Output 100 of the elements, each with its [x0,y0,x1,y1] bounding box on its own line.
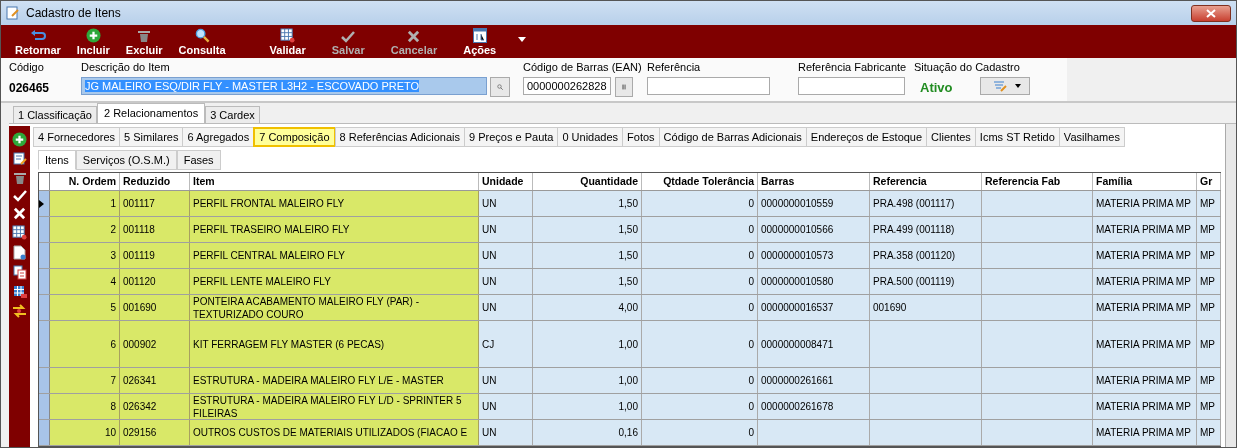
table-cell: 0000000010566 [758,217,870,242]
tab[interactable]: 8 Referências Adicionais [334,127,466,147]
toolbar-button[interactable]: Retornar [7,29,69,56]
table-cell: PRA.499 (001118) [870,217,982,242]
toolbar-button[interactable]: Excluir [117,29,171,56]
table-cell: UN [479,368,533,393]
table-cell: MP [1197,269,1221,294]
side-tool[interactable] [12,225,27,240]
form-icon [6,6,20,20]
toolbar-button[interactable]: Ações [455,28,505,56]
tab[interactable]: 7 Composição [253,127,336,147]
table-row[interactable]: 3 001119 PERFIL CENTRAL MALEIRO FLY UN 1,50 0 0000000010573 PRA.358 (001120) MATERIA PRIMA MP MP [39,243,1221,269]
table-row[interactable]: 1 001117 PERFIL FRONTAL MALEIRO FLY UN 1,50 0 0000000010559 PRA.498 (001117) MATERIA PRIMA MP MP [39,191,1221,217]
column-header[interactable]: Qtdade Tolerância [642,173,758,190]
table-cell: 0 [642,191,758,216]
tab[interactable]: Itens [38,150,76,170]
tab[interactable]: 0 Unidades [557,127,624,147]
column-header[interactable]: Referencia [870,173,982,190]
table-cell: 0 [642,321,758,367]
side-tool[interactable] [12,132,27,147]
table-cell: PERFIL LENTE MALEIRO FLY [190,269,479,294]
tab[interactable]: Vasilhames [1058,127,1125,147]
table-row[interactable]: 7 026341 ESTRUTURA - MADEIRA MALEIRO FLY L/E - MASTER UN 1,00 0 0000000261661 MATERIA PRIMA MP MP [39,368,1221,394]
column-header[interactable]: Quantidade [533,173,642,190]
grid-icon [12,225,27,240]
column-header[interactable]: Gr [1197,173,1221,190]
caret-icon[interactable] [518,37,527,42]
search-button[interactable] [490,77,510,97]
table-cell: 029156 [120,420,190,445]
column-header[interactable]: Reduzido [120,173,190,190]
table-cell: 2 [50,217,120,242]
tab[interactable]: Fases [176,150,221,170]
barcode-button[interactable] [615,77,633,97]
table-cell: PRA.500 (001119) [870,269,982,294]
column-header[interactable]: N. Ordem [50,173,120,190]
status-dropdown[interactable] [980,77,1030,95]
toolbar-button[interactable]: Incluir [68,28,118,56]
side-tool[interactable] [13,245,26,260]
table-row[interactable]: 2 001118 PERFIL TRASEIRO MALEIRO FLY UN 1,50 0 0000000010566 PRA.499 (001118) MATERIA PRIMA MP MP [39,217,1221,243]
table-cell: 1,00 [533,368,642,393]
column-header[interactable]: Unidade [479,173,533,190]
reference-field[interactable] [647,77,770,95]
tab[interactable]: 6 Agregados [182,127,255,147]
table-cell: MP [1197,368,1221,393]
row-indicator[interactable] [39,191,50,216]
side-tool[interactable] [12,171,27,185]
trash-icon [137,29,152,43]
toolbar-button[interactable]: Consulta [170,28,234,56]
manufacturer-reference-field[interactable] [798,77,905,95]
table-row[interactable]: 6 000902 KIT FERRAGEM FLY MASTER (6 PECAS) CJ 1,00 0 0000000008471 MATERIA PRIMA MP MP [39,321,1221,368]
table-cell: 0,16 [533,420,642,445]
column-header[interactable]: Item [190,173,479,190]
table-cell: MATERIA PRIMA MP [1093,217,1197,242]
table-cell: PONTEIRA ACABAMENTO MALEIRO FLY (PAR) - TEXTURIZADO COURO [190,295,479,320]
field-label: Referência Fabricante [798,61,908,73]
scrollbar[interactable] [1225,124,1236,447]
side-tool[interactable] [12,285,27,299]
tab[interactable]: 9 Preços e Pauta [464,127,559,147]
tab[interactable]: Endereços de Estoque [805,127,928,147]
toolbar-button[interactable]: Validar [261,28,314,56]
plus-icon [12,132,27,147]
status-text: Ativo [919,78,954,95]
tab[interactable]: 3 Cardex [205,106,260,123]
tab[interactable]: Fotos [622,127,660,147]
column-header[interactable]: Barras [758,173,870,190]
side-tool[interactable] [12,265,27,280]
table-cell: MP [1197,191,1221,216]
table-cell: PERFIL FRONTAL MALEIRO FLY [190,191,479,216]
close-icon [1206,8,1216,18]
table-cell: 0 [642,217,758,242]
column-header[interactable]: Família [1093,173,1197,190]
tab[interactable]: Clientes [926,127,976,147]
table-row[interactable]: 8 026342 ESTRUTURA - MADEIRA MALEIRO FLY L/D - SPRINTER 5 FILEIRAS UN 1,00 0 0000000261678 MATERIA PRIMA MP MP [39,394,1221,420]
table-cell: 5 [50,295,120,320]
table-cell: UN [479,243,533,268]
table-row[interactable]: 10 029156 OUTROS CUSTOS DE MATERIAIS UTILIZADOS (FIACAO E UN 0,16 0 MATERIA PRIMA MP MP [39,420,1221,446]
table-row[interactable]: 4 001120 PERFIL LENTE MALEIRO FLY UN 1,50 0 0000000010580 PRA.500 (001119) MATERIA PRIMA MP MP [39,269,1221,295]
table-row[interactable]: 5 001690 PONTEIRA ACABAMENTO MALEIRO FLY (PAR) - TEXTURIZADO COURO UN 4,00 0 0000000016537 001690 MATERIA PRIMA MP MP [39,295,1221,321]
column-header[interactable]: Referencia Fab [982,173,1093,190]
table-cell: 1,50 [533,269,642,294]
tab[interactable]: 2 Relacionamentos [97,103,206,123]
tab[interactable]: Serviços (O.S.M.) [75,150,177,170]
tab[interactable]: Código de Barras Adicionais [658,127,807,147]
table-cell: 10 [50,420,120,445]
barcode-field[interactable]: 0000000262828 [523,77,611,95]
table-cell: 0 [642,269,758,294]
swap-icon [12,304,27,318]
tab[interactable]: 1 Classificação [13,106,97,123]
table-cell: 001690 [870,295,982,320]
side-tool[interactable] [12,152,27,166]
window-icon [472,28,487,43]
side-tool[interactable] [12,304,27,318]
close-button[interactable] [1191,4,1231,22]
tab[interactable]: Icms ST Retido [974,127,1060,147]
table-cell: MATERIA PRIMA MP [1093,243,1197,268]
tab[interactable]: 4 Fornecedores [33,127,121,147]
table-cell: OUTROS CUSTOS DE MATERIAIS UTILIZADOS (FIACAO E [190,420,479,445]
field-label: Descrição do Item [81,61,171,73]
table-cell: 001120 [120,269,190,294]
tab[interactable]: 5 Similares [119,127,184,147]
